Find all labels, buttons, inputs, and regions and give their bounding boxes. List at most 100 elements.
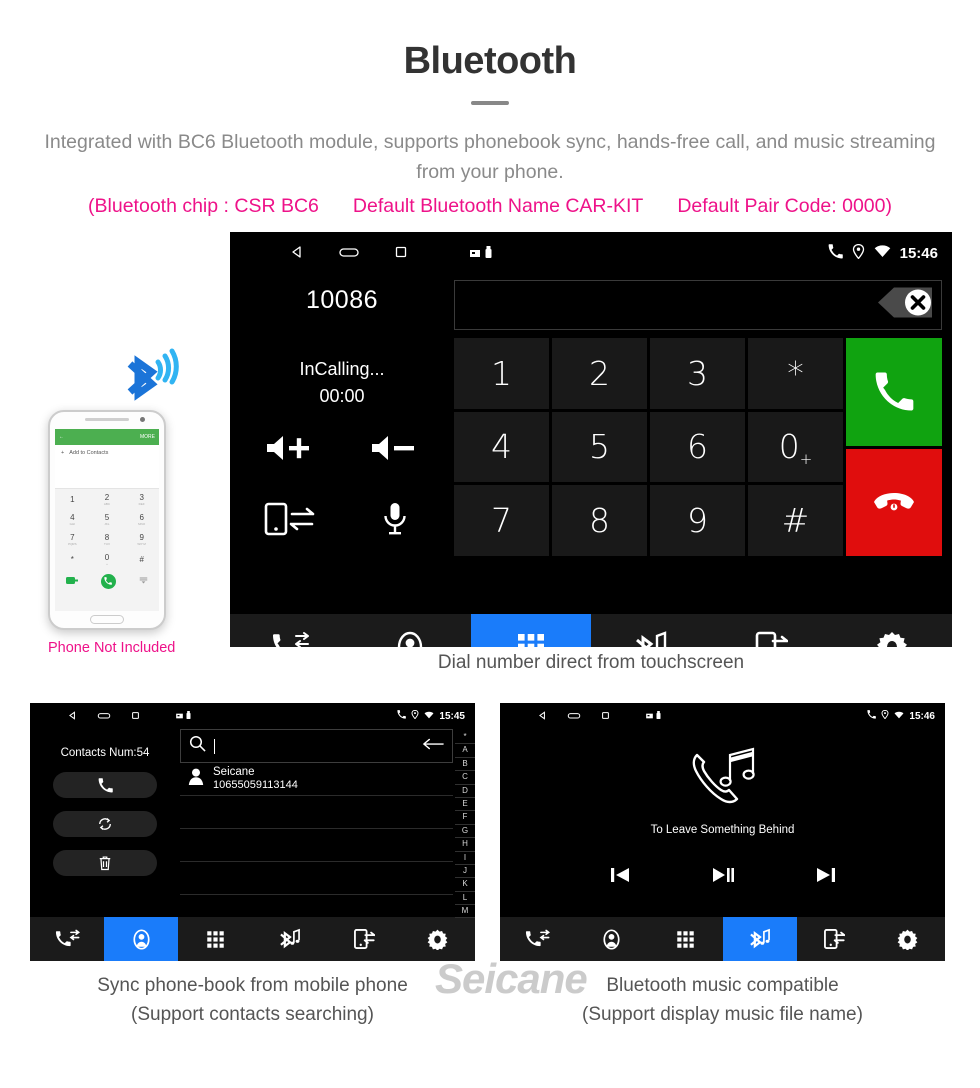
previous-track-icon[interactable]: [609, 866, 631, 889]
alpha-index-item[interactable]: G: [455, 825, 475, 839]
spec-name: Default Bluetooth Name CAR-KIT: [352, 195, 644, 218]
next-track-icon[interactable]: [815, 866, 837, 889]
sdcard-icon: [646, 711, 653, 721]
call-timer: 00:00: [319, 386, 365, 406]
alphabet-index[interactable]: * A B C D E F G H I J K L M: [455, 729, 475, 919]
phone-icon: [828, 243, 843, 263]
recents-square-icon[interactable]: [131, 711, 140, 722]
alpha-index-item[interactable]: C: [455, 771, 475, 785]
nav-item-transfer[interactable]: [711, 614, 831, 647]
phone-add-contact-row: + Add to Contacts: [55, 445, 159, 461]
nav-item-contacts[interactable]: [574, 917, 648, 961]
back-triangle-icon[interactable]: [68, 710, 77, 722]
phone-key: 0 +: [90, 549, 125, 569]
recents-square-icon[interactable]: [601, 711, 610, 722]
key-star[interactable]: *: [748, 338, 843, 409]
phone-key: 1: [55, 489, 90, 509]
play-pause-icon[interactable]: [711, 866, 735, 889]
key-3[interactable]: 3: [650, 338, 745, 409]
phone-key-sub: JKL: [104, 521, 110, 526]
key-1[interactable]: 1: [454, 338, 549, 409]
nav-item-bluetooth-music[interactable]: [722, 917, 797, 961]
location-pin-icon: [852, 243, 865, 263]
alpha-index-item[interactable]: F: [455, 811, 475, 825]
phone-key-digit: 3: [139, 492, 144, 502]
alpha-index-item[interactable]: B: [455, 758, 475, 772]
status-bar-right: 15:46: [828, 243, 938, 263]
nav-item-dialpad[interactable]: [178, 917, 252, 961]
call-button[interactable]: [846, 338, 942, 446]
contacts-delete-button[interactable]: [53, 850, 157, 876]
key-0[interactable]: 0 +: [748, 411, 843, 483]
status-bar-nav: [510, 710, 661, 722]
home-pill-icon[interactable]: [97, 711, 111, 722]
transfer-audio-icon[interactable]: [264, 502, 316, 541]
backspace-delete-icon[interactable]: [874, 284, 936, 327]
contacts-actions-panel: Contacts Num:54: [30, 729, 180, 917]
contact-empty-row: [180, 829, 453, 862]
key-7[interactable]: 7: [454, 485, 549, 556]
nav-item-contacts[interactable]: [104, 917, 179, 961]
nav-item-transfer[interactable]: [797, 917, 871, 961]
status-bar-right: 15:46: [867, 709, 935, 722]
alpha-index-item[interactable]: A: [455, 744, 475, 758]
alpha-index-item[interactable]: K: [455, 878, 475, 892]
phone-key-digit: #: [139, 554, 144, 564]
phone-home-button: [90, 615, 124, 624]
hangup-button[interactable]: [846, 448, 942, 556]
nav-item-settings[interactable]: [871, 917, 945, 961]
recents-square-icon[interactable]: [394, 245, 408, 262]
phone-key-sub: GHI: [69, 521, 75, 526]
nav-item-calllog[interactable]: [230, 614, 350, 647]
back-triangle-icon[interactable]: [290, 245, 304, 262]
alpha-index-item[interactable]: E: [455, 798, 475, 812]
volume-down-icon[interactable]: [370, 433, 420, 468]
key-8[interactable]: 8: [552, 485, 647, 556]
key-6[interactable]: 6: [650, 411, 745, 483]
nav-item-settings[interactable]: [401, 917, 475, 961]
contacts-sync-button[interactable]: [53, 811, 157, 837]
contacts-call-button[interactable]: [53, 772, 157, 798]
number-input-field[interactable]: [454, 280, 942, 330]
volume-up-icon[interactable]: [265, 433, 315, 468]
contact-list-item[interactable]: Seicane 10655059113144: [180, 763, 453, 796]
key-2[interactable]: 2: [552, 338, 647, 409]
phone-body: ← MORE + Add to Contacts 1 2 ABC 3 DEF 4 GH…: [48, 410, 166, 630]
phone-call-row: [55, 569, 159, 593]
contacts-body: Contacts Num:54 Seicane 10655059113144 *…: [30, 729, 475, 919]
alpha-index-item[interactable]: J: [455, 865, 475, 879]
alpha-index-item[interactable]: *: [455, 731, 475, 745]
key-5[interactable]: 5: [552, 411, 647, 483]
status-notification-icons: [646, 711, 661, 721]
key-hash[interactable]: #: [748, 485, 843, 556]
nav-item-contacts[interactable]: [350, 614, 470, 647]
back-triangle-icon[interactable]: [538, 710, 547, 722]
alpha-index-item[interactable]: H: [455, 838, 475, 852]
sim-card-icon: [66, 576, 79, 587]
location-pin-icon: [881, 709, 889, 722]
microphone-icon[interactable]: [382, 502, 408, 541]
contacts-search-bar[interactable]: [180, 729, 453, 763]
keypad-keys: 1 2 3 * 4 5 6 0 + 7 8 9 #: [454, 338, 843, 556]
back-arrow-icon: ←: [59, 434, 64, 440]
key-4[interactable]: 4: [454, 411, 549, 483]
home-pill-icon[interactable]: [567, 711, 581, 722]
nav-item-bluetooth-music[interactable]: [591, 614, 711, 647]
nav-item-bluetooth-music[interactable]: [253, 917, 327, 961]
wifi-icon: [894, 711, 904, 722]
alpha-index-item[interactable]: D: [455, 785, 475, 798]
home-pill-icon[interactable]: [338, 245, 360, 262]
phone-key: 9 WXYZ: [124, 529, 159, 549]
alpha-index-item[interactable]: L: [455, 892, 475, 906]
nav-item-dialpad[interactable]: [470, 614, 591, 647]
phone-key-digit: *: [70, 554, 74, 564]
key-9[interactable]: 9: [650, 485, 745, 556]
nav-item-calllog[interactable]: [30, 917, 104, 961]
nav-item-dialpad[interactable]: [648, 917, 722, 961]
nav-item-calllog[interactable]: [500, 917, 574, 961]
nav-item-transfer[interactable]: [327, 917, 401, 961]
alpha-index-item[interactable]: I: [455, 852, 475, 865]
usb-icon: [485, 245, 492, 261]
left-arrow-icon[interactable]: [422, 737, 444, 755]
nav-item-settings[interactable]: [832, 614, 952, 647]
